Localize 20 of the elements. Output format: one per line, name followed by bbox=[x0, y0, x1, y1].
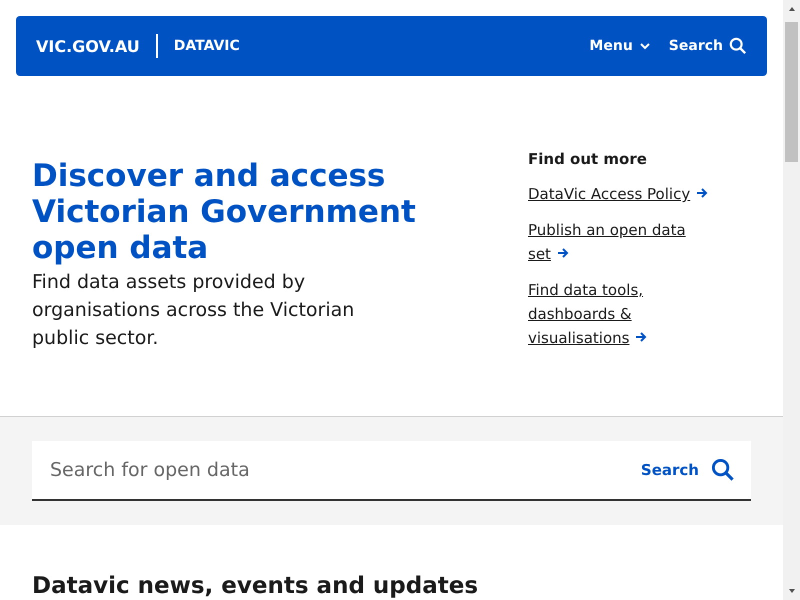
scrollbar[interactable] bbox=[783, 0, 800, 600]
aside-link[interactable]: DataVic Access Policy bbox=[528, 182, 713, 206]
arrow-icon bbox=[635, 331, 648, 343]
section-heading: Datavic news, events and updates bbox=[32, 573, 480, 599]
search-icon bbox=[729, 37, 747, 55]
search-submit-button[interactable]: Search bbox=[640, 458, 735, 482]
search-icon bbox=[711, 458, 735, 482]
aside-link[interactable]: Find data tools, dashboards & visualisations bbox=[528, 278, 713, 350]
scrollbar-thumb[interactable] bbox=[785, 22, 798, 162]
aside-link[interactable]: Publish an open data set bbox=[528, 218, 713, 266]
menu-button[interactable]: Menu bbox=[589, 38, 651, 54]
arrow-icon bbox=[696, 187, 708, 199]
site-link[interactable]: VIC.GOV.AU bbox=[36, 36, 140, 56]
intro-text: Find data assets provided by organisations across the Victorian public sector. bbox=[32, 270, 356, 351]
search-field[interactable]: Search for open data Search bbox=[32, 441, 751, 501]
arrow-icon bbox=[556, 247, 569, 259]
page-title: Discover and access Victorian Government open data bbox=[32, 158, 417, 266]
section-link[interactable]: DATAVIC bbox=[174, 38, 240, 54]
aside-heading: Find out more bbox=[528, 150, 648, 168]
search-button[interactable]: Search bbox=[668, 37, 747, 55]
